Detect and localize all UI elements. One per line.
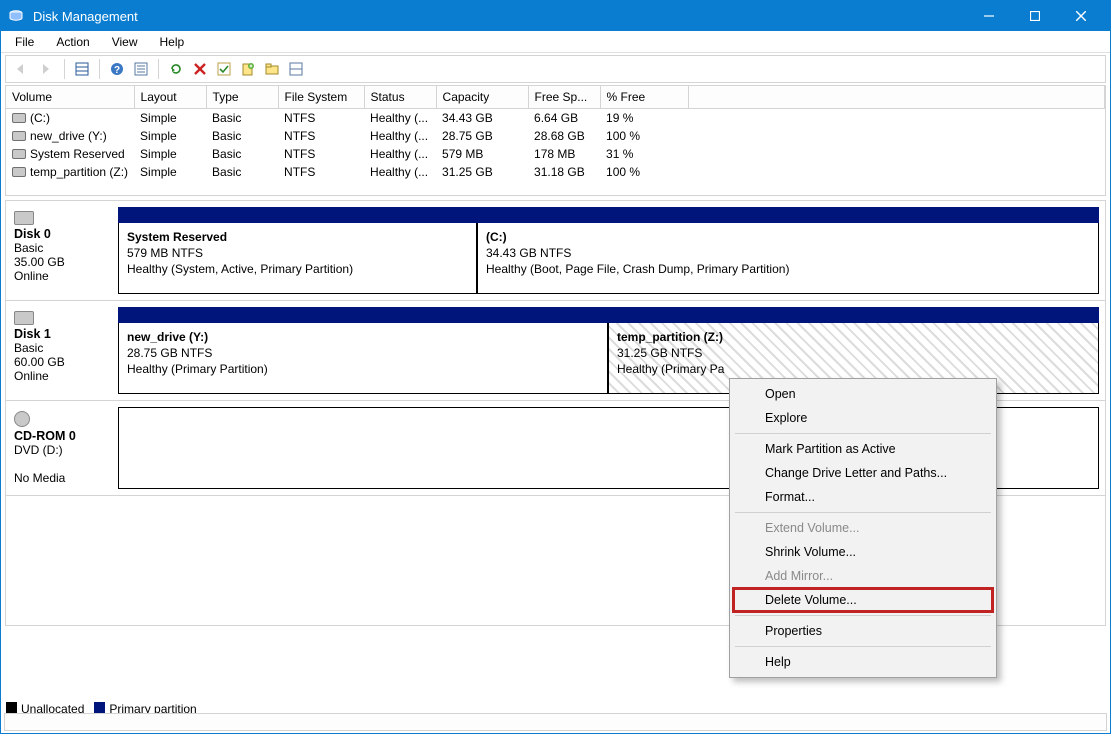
ctx-explore[interactable]: Explore	[733, 406, 993, 430]
swatch-unallocated	[6, 702, 17, 713]
col-pct[interactable]: % Free	[600, 86, 688, 109]
partition-title: System Reserved	[127, 230, 227, 244]
disk-type: Basic	[14, 341, 43, 355]
forward-button	[36, 58, 58, 80]
disk-state: Online	[14, 269, 49, 283]
volume-icon	[12, 131, 26, 141]
disk-size: 60.00 GB	[14, 355, 65, 369]
disk-state: Online	[14, 369, 49, 383]
cdrom-label[interactable]: CD-ROM 0 DVD (D:) No Media	[12, 407, 116, 489]
disk-name: Disk 1	[14, 327, 51, 341]
volume-icon	[12, 167, 26, 177]
partition-sub: 34.43 GB NTFS	[486, 246, 571, 260]
volume-icon	[12, 149, 26, 159]
swatch-primary	[94, 702, 105, 713]
maximize-button[interactable]	[1012, 1, 1058, 31]
disk-0-label[interactable]: Disk 0 Basic 35.00 GB Online	[12, 207, 116, 294]
partition-title: new_drive (Y:)	[127, 330, 208, 344]
partition-status: Healthy (Primary Pa	[617, 362, 724, 376]
menu-help[interactable]: Help	[150, 33, 195, 51]
toolbar-separator	[158, 59, 159, 79]
window-title: Disk Management	[33, 9, 966, 24]
partition-system-reserved[interactable]: System Reserved 579 MB NTFS Healthy (Sys…	[118, 207, 477, 294]
partition-new-drive[interactable]: new_drive (Y:) 28.75 GB NTFS Healthy (Pr…	[118, 307, 608, 394]
disk-icon	[14, 311, 34, 325]
partition-title: (C:)	[486, 230, 507, 244]
partition-sub: 31.25 GB NTFS	[617, 346, 702, 360]
svg-text:?: ?	[114, 65, 120, 76]
status-bar	[4, 713, 1107, 731]
volume-list[interactable]: Volume Layout Type File System Status Ca…	[5, 85, 1106, 196]
col-status[interactable]: Status	[364, 86, 436, 109]
title-bar: Disk Management	[1, 1, 1110, 31]
toolbar: ?	[5, 55, 1106, 83]
cd-icon	[14, 411, 30, 427]
ctx-extend: Extend Volume...	[733, 516, 993, 540]
ctx-change-letter[interactable]: Change Drive Letter and Paths...	[733, 461, 993, 485]
ctx-separator	[735, 512, 991, 513]
partition-sub: 28.75 GB NTFS	[127, 346, 212, 360]
ctx-separator	[735, 615, 991, 616]
disk-name: CD-ROM 0	[14, 429, 76, 443]
volume-icon	[12, 113, 26, 123]
properties-button[interactable]	[130, 58, 152, 80]
back-button	[12, 58, 34, 80]
ctx-mark-active[interactable]: Mark Partition as Active	[733, 437, 993, 461]
ctx-shrink[interactable]: Shrink Volume...	[733, 540, 993, 564]
partition-c[interactable]: (C:) 34.43 GB NTFS Healthy (Boot, Page F…	[477, 207, 1099, 294]
ctx-add-mirror: Add Mirror...	[733, 564, 993, 588]
menu-file[interactable]: File	[5, 33, 44, 51]
new-item-button[interactable]	[237, 58, 259, 80]
disk-name: Disk 0	[14, 227, 51, 241]
col-fs[interactable]: File System	[278, 86, 364, 109]
volume-row[interactable]: temp_partition (Z:)SimpleBasicNTFSHealth…	[6, 163, 1105, 181]
menu-bar: File Action View Help	[1, 31, 1110, 53]
toolbar-separator	[99, 59, 100, 79]
partition-title: temp_partition (Z:)	[617, 330, 723, 344]
ctx-open[interactable]: Open	[733, 382, 993, 406]
col-spacer	[688, 86, 1104, 109]
volume-row[interactable]: (C:)SimpleBasicNTFSHealthy (...34.43 GB6…	[6, 109, 1105, 128]
check-button[interactable]	[213, 58, 235, 80]
cd-dev: DVD (D:)	[14, 443, 63, 457]
help-button[interactable]: ?	[106, 58, 128, 80]
new-folder-button[interactable]	[261, 58, 283, 80]
close-button[interactable]	[1058, 1, 1104, 31]
disk-1-label[interactable]: Disk 1 Basic 60.00 GB Online	[12, 307, 116, 394]
ctx-format[interactable]: Format...	[733, 485, 993, 509]
col-layout[interactable]: Layout	[134, 86, 206, 109]
list-view-button[interactable]	[71, 58, 93, 80]
ctx-separator	[735, 433, 991, 434]
partition-status: Healthy (Boot, Page File, Crash Dump, Pr…	[486, 262, 789, 276]
ctx-properties[interactable]: Properties	[733, 619, 993, 643]
col-capacity[interactable]: Capacity	[436, 86, 528, 109]
partition-sub: 579 MB NTFS	[127, 246, 203, 260]
volume-row[interactable]: new_drive (Y:)SimpleBasicNTFSHealthy (..…	[6, 127, 1105, 145]
partition-status: Healthy (System, Active, Primary Partiti…	[127, 262, 353, 276]
ctx-separator	[735, 646, 991, 647]
menu-action[interactable]: Action	[46, 33, 99, 51]
delete-button[interactable]	[189, 58, 211, 80]
disk-size: 35.00 GB	[14, 255, 65, 269]
disk-icon	[14, 211, 34, 225]
cd-empty: No Media	[14, 471, 65, 485]
partition-status: Healthy (Primary Partition)	[127, 362, 268, 376]
disk-0-row: Disk 0 Basic 35.00 GB Online System Rese…	[6, 201, 1105, 301]
ctx-help[interactable]: Help	[733, 650, 993, 674]
context-menu: Open Explore Mark Partition as Active Ch…	[729, 378, 997, 678]
ctx-delete-volume[interactable]: Delete Volume...	[733, 588, 993, 612]
col-type[interactable]: Type	[206, 86, 278, 109]
toolbar-separator	[64, 59, 65, 79]
col-free[interactable]: Free Sp...	[528, 86, 600, 109]
minimize-button[interactable]	[966, 1, 1012, 31]
disk-type: Basic	[14, 241, 43, 255]
col-volume[interactable]: Volume	[6, 86, 134, 109]
refresh-button[interactable]	[165, 58, 187, 80]
menu-view[interactable]: View	[102, 33, 148, 51]
app-icon	[7, 7, 25, 25]
detail-pane-button[interactable]	[285, 58, 307, 80]
volume-row[interactable]: System ReservedSimpleBasicNTFSHealthy (.…	[6, 145, 1105, 163]
